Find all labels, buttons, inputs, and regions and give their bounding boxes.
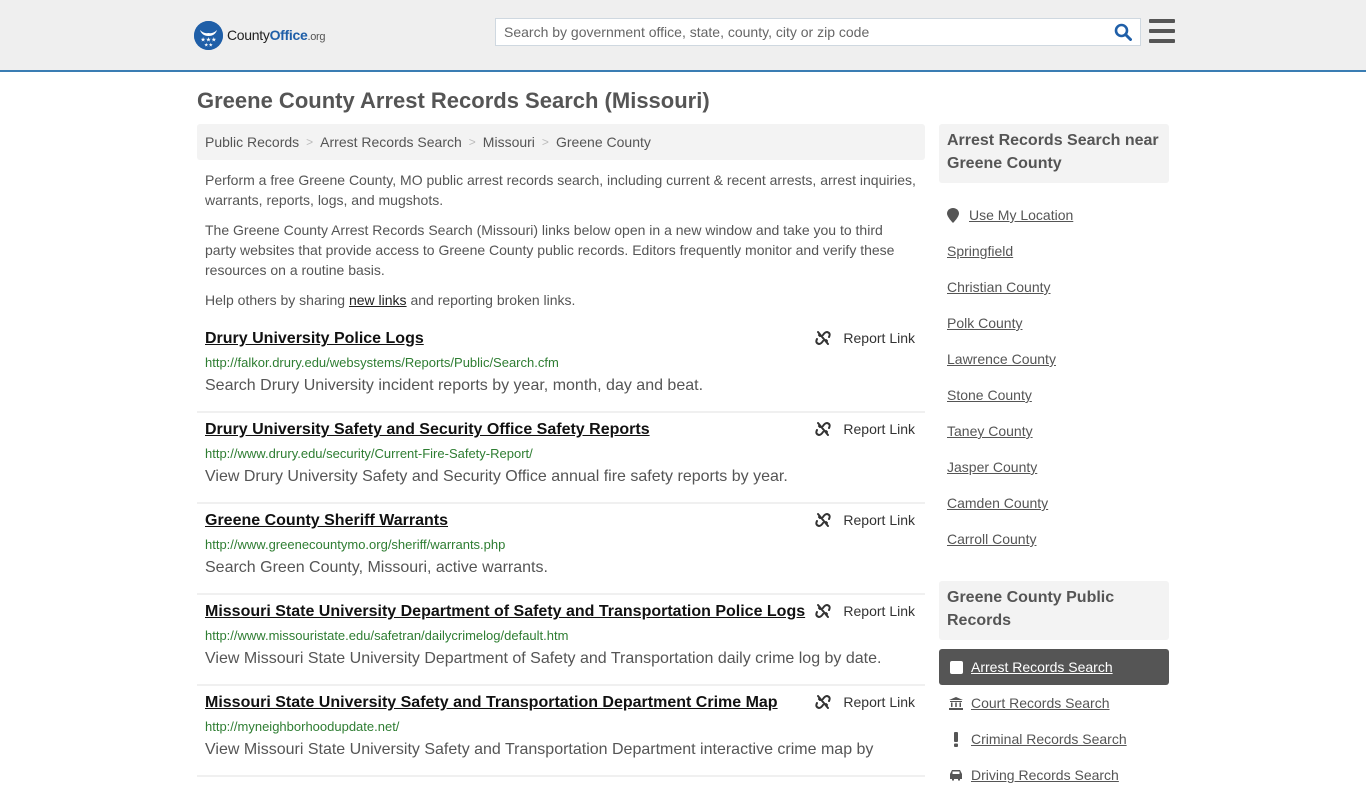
result-url[interactable]: http://myneighborhoodupdate.net/ — [205, 716, 917, 738]
report-link-label: Report Link — [843, 421, 915, 437]
nav-label: Arrest Records Search — [971, 659, 1113, 675]
nav-label: Criminal Records Search — [971, 731, 1127, 747]
result-url[interactable]: http://www.greenecountymo.org/sheriff/wa… — [205, 534, 917, 556]
nav-label: Driving Records Search — [971, 767, 1119, 783]
result-title-link[interactable]: Missouri State University Safety and Tra… — [205, 691, 815, 715]
result-item: Drury University Safety and Security Off… — [197, 413, 925, 504]
site-logo[interactable]: ★★★ ★★ CountyOffice.org — [194, 20, 326, 50]
use-my-location-link[interactable]: Use My Location — [947, 197, 1161, 233]
report-link-button[interactable]: Report Link — [815, 512, 915, 528]
new-links-link[interactable]: new links — [349, 292, 407, 308]
broken-link-icon — [815, 694, 832, 710]
breadcrumb-public-records[interactable]: Public Records — [205, 134, 299, 150]
nav-driving-records-search[interactable]: Driving Records Search — [939, 757, 1169, 793]
report-link-label: Report Link — [843, 512, 915, 528]
breadcrumb-arrest-records-search[interactable]: Arrest Records Search — [320, 134, 462, 150]
menu-bar — [1149, 39, 1175, 43]
svg-text:★★: ★★ — [204, 42, 213, 48]
broken-link-icon — [815, 330, 832, 346]
eagle-stars-logo-icon: ★★★ ★★ — [194, 20, 223, 50]
site-header: ★★★ ★★ CountyOffice.org — [0, 0, 1366, 72]
courthouse-icon — [949, 696, 963, 710]
site-search — [495, 18, 1141, 46]
report-link-button[interactable]: Report Link — [815, 694, 915, 710]
result-item: Missouri State University Department of … — [197, 595, 925, 686]
sidebar: Arrest Records Search near Greene County… — [939, 124, 1169, 793]
result-url[interactable]: http://falkor.drury.edu/websystems/Repor… — [205, 352, 917, 374]
nearby-link-taney-county[interactable]: Taney County — [947, 413, 1161, 449]
report-link-button[interactable]: Report Link — [815, 330, 915, 346]
result-item: Drury University Police Logs http://falk… — [197, 322, 925, 413]
intro-paragraph-3: Help others by sharing new links and rep… — [205, 290, 917, 310]
public-records-heading: Greene County Public Records — [939, 581, 1169, 640]
report-link-label: Report Link — [843, 330, 915, 346]
intro-text: Perform a free Greene County, MO public … — [197, 170, 925, 310]
report-link-label: Report Link — [843, 603, 915, 619]
nearby-list: Use My Location Springfield Christian Co… — [939, 183, 1169, 557]
result-title-link[interactable]: Greene County Sheriff Warrants — [205, 509, 815, 533]
result-url[interactable]: http://www.drury.edu/security/Current-Fi… — [205, 443, 917, 465]
nav-court-records-search[interactable]: Court Records Search — [939, 685, 1169, 721]
result-description: Search Drury University incident reports… — [205, 377, 704, 394]
intro-paragraph-2: The Greene County Arrest Records Search … — [205, 222, 895, 278]
search-icon — [1114, 23, 1132, 41]
results-list: Drury University Police Logs http://falk… — [197, 322, 925, 777]
nav-label: Court Records Search — [971, 695, 1110, 711]
report-link-button[interactable]: Report Link — [815, 421, 915, 437]
breadcrumb-missouri[interactable]: Missouri — [483, 134, 535, 150]
nearby-link-lawrence-county[interactable]: Lawrence County — [947, 341, 1161, 377]
nearby-heading: Arrest Records Search near Greene County — [939, 124, 1169, 183]
logo-suffix: .org — [307, 31, 326, 43]
main-content: Public Records > Arrest Records Search >… — [197, 124, 925, 777]
search-input[interactable] — [496, 19, 1106, 45]
search-button[interactable] — [1106, 19, 1140, 45]
result-item: Missouri State University Safety and Tra… — [197, 686, 925, 777]
car-icon — [949, 769, 963, 781]
square-icon — [949, 660, 963, 674]
map-pin-icon — [947, 207, 959, 223]
report-link-label: Report Link — [843, 694, 915, 710]
broken-link-icon — [815, 512, 832, 528]
result-description: View Missouri State University Safety an… — [205, 741, 874, 758]
nav-criminal-records-search[interactable]: Criminal Records Search — [939, 721, 1169, 757]
logo-prefix: County — [227, 27, 270, 43]
nearby-link-carroll-county[interactable]: Carroll County — [947, 521, 1161, 557]
hamburger-menu-icon[interactable] — [1149, 18, 1175, 44]
logo-wordmark: CountyOffice.org — [227, 27, 326, 43]
result-description: View Drury University Safety and Securit… — [205, 468, 788, 485]
breadcrumb-separator: > — [306, 135, 314, 149]
breadcrumb: Public Records > Arrest Records Search >… — [197, 124, 925, 160]
intro-text-before: Help others by sharing — [205, 292, 349, 308]
nearby-link-jasper-county[interactable]: Jasper County — [947, 449, 1161, 485]
page-title: Greene County Arrest Records Search (Mis… — [197, 88, 710, 113]
nearby-link-polk-county[interactable]: Polk County — [947, 305, 1161, 341]
public-records-nav: Arrest Records Search Court Records Sear… — [939, 649, 1169, 793]
result-item: Greene County Sheriff Warrants http://ww… — [197, 504, 925, 595]
menu-bar — [1149, 29, 1175, 33]
exclamation-icon — [949, 731, 963, 747]
logo-brand: Office — [269, 27, 308, 43]
result-description: Search Green County, Missouri, active wa… — [205, 559, 548, 576]
result-description: View Missouri State University Departmen… — [205, 650, 882, 667]
broken-link-icon — [815, 421, 832, 437]
intro-paragraph-1: Perform a free Greene County, MO public … — [205, 172, 916, 208]
result-title-link[interactable]: Drury University Police Logs — [205, 327, 815, 351]
nearby-link-christian-county[interactable]: Christian County — [947, 269, 1161, 305]
breadcrumb-separator: > — [468, 135, 476, 149]
intro-text-after: and reporting broken links. — [406, 292, 576, 308]
result-title-link[interactable]: Missouri State University Department of … — [205, 600, 815, 624]
broken-link-icon — [815, 603, 832, 619]
nearby-link-camden-county[interactable]: Camden County — [947, 485, 1161, 521]
breadcrumb-separator: > — [541, 135, 549, 149]
nav-arrest-records-search[interactable]: Arrest Records Search — [939, 649, 1169, 685]
result-title-link[interactable]: Drury University Safety and Security Off… — [205, 418, 815, 442]
breadcrumb-greene-county[interactable]: Greene County — [556, 134, 651, 150]
result-url[interactable]: http://www.missouristate.edu/safetran/da… — [205, 625, 917, 647]
menu-bar — [1149, 19, 1175, 23]
report-link-button[interactable]: Report Link — [815, 603, 915, 619]
nearby-link-springfield[interactable]: Springfield — [947, 233, 1161, 269]
nearby-link-stone-county[interactable]: Stone County — [947, 377, 1161, 413]
use-my-location-label: Use My Location — [969, 207, 1074, 223]
